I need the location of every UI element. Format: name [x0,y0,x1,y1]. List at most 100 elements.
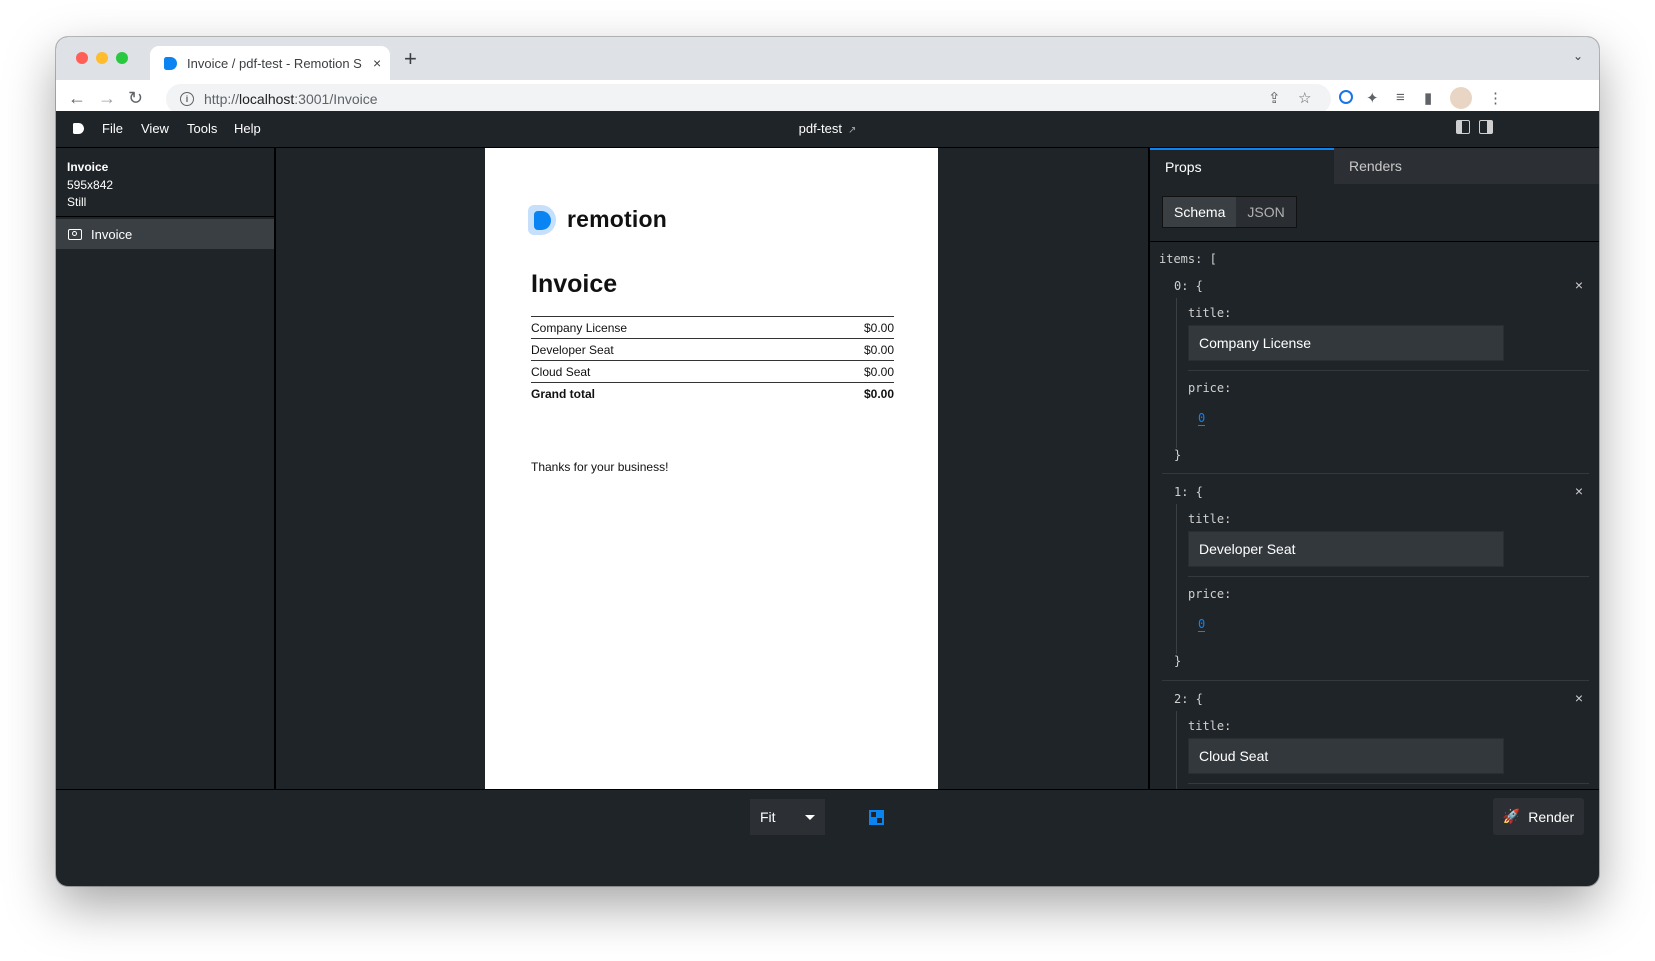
price-key: price: [1188,587,1232,601]
invoice-row: Developer Seat $0.00 [531,338,894,360]
maximize-window-button[interactable] [116,52,128,64]
composition-sidebar: Invoice 595x842 Still Invoice [56,148,276,789]
browser-tab[interactable]: Invoice / pdf-test - Remotion S × [150,46,390,80]
divider [1188,576,1589,577]
item-close-brace: } [1174,654,1182,668]
divider [56,216,274,217]
tab-search-chevron-icon[interactable]: ⌄ [1573,49,1583,63]
sidebar-item-invoice[interactable]: Invoice [56,219,274,249]
checkerboard-toggle-icon[interactable] [869,810,884,825]
price-input[interactable]: 0 [1198,617,1206,632]
json-mode-button[interactable]: JSON [1236,197,1296,227]
tab-props[interactable]: Props [1150,148,1334,184]
extensions-puzzle-icon[interactable]: ✦ [1366,89,1379,107]
item-index-label: 0: { [1174,279,1203,293]
title-input[interactable]: Company License [1188,325,1504,361]
thanks-text: Thanks for your business! [531,460,669,474]
remove-item-icon[interactable]: × [1575,483,1583,499]
remotion-logo: remotion [528,204,667,235]
tree-line [1176,298,1177,448]
sidebar-item-label: Invoice [91,226,133,242]
row-price: $0.00 [863,364,894,379]
row-title: Developer Seat [531,342,614,357]
divider [1188,783,1589,784]
more-menu-icon[interactable]: ⋮ [1488,89,1503,107]
share-icon[interactable]: ⇪ [1268,89,1281,107]
zoom-value: Fit [760,809,776,825]
invoice-heading: Invoice [531,270,618,298]
row-title: Cloud Seat [531,364,591,379]
mode-switch: Schema JSON [1162,196,1297,228]
row-price: $0.00 [863,320,894,335]
item-index-label: 2: { [1174,692,1203,706]
divider [1150,241,1599,242]
title-key: title: [1188,306,1232,320]
divider [1162,680,1589,681]
row-title: Company License [531,320,628,335]
password-manager-icon[interactable] [1339,90,1353,104]
profile-avatar[interactable] [1450,87,1472,109]
title-input[interactable]: Cloud Seat [1188,738,1504,774]
app-menubar: File View Tools Help pdf-test ↗ [56,111,1599,148]
new-tab-button[interactable]: + [404,46,417,72]
composition-kind: Still [67,195,87,209]
row-price: $0.00 [863,342,894,357]
back-arrow-icon[interactable]: ← [68,88,86,109]
tree-line [1176,504,1177,654]
side-panel-icon[interactable]: ▮ [1424,89,1432,107]
address-bar[interactable]: i http://localhost:3001/Invoice [166,84,1331,114]
forward-arrow-icon[interactable]: → [98,88,116,109]
preview-canvas: remotion Invoice Company License $0.00 D… [276,148,1148,789]
caret-down-icon [805,815,815,820]
remove-item-icon[interactable]: × [1575,277,1583,293]
url-text: http://localhost:3001/Invoice [204,91,378,107]
close-window-button[interactable] [76,52,88,64]
divider [1188,370,1589,371]
divider [1162,473,1589,474]
render-button[interactable]: 🚀 Render [1493,798,1584,835]
remotion-play-icon [528,204,557,235]
browser-window: Invoice / pdf-test - Remotion S × + ⌄ ← … [56,37,1599,886]
toggle-right-panel-icon[interactable] [1479,120,1493,134]
price-input[interactable]: 0 [1198,411,1206,426]
project-title[interactable]: pdf-test ↗ [56,121,1599,136]
title-input[interactable]: Developer Seat [1188,531,1504,567]
composition-name: Invoice [67,160,109,174]
render-label: Render [1528,808,1575,825]
external-link-icon: ↗ [847,125,857,136]
minimize-window-button[interactable] [96,52,108,64]
total-value: $0.00 [863,386,894,401]
remove-item-icon[interactable]: × [1575,690,1583,706]
bookmark-star-icon[interactable]: ☆ [1298,89,1311,107]
toggle-left-panel-icon[interactable] [1456,120,1470,134]
tab-close-icon[interactable]: × [373,55,381,71]
site-info-icon[interactable]: i [180,92,194,106]
reading-list-icon[interactable]: ≡ [1396,89,1405,106]
price-key: price: [1188,381,1232,395]
reload-icon[interactable]: ↻ [128,88,143,109]
rocket-icon: 🚀 [1502,808,1521,824]
tab-renders[interactable]: Renders [1334,148,1599,184]
tab-title: Invoice / pdf-test - Remotion S [187,55,362,71]
title-key: title: [1188,512,1232,526]
items-key: items: [ [1159,252,1217,266]
item-index-label: 1: { [1174,485,1203,499]
composition-dimensions: 595x842 [67,178,114,192]
logo-text: remotion [567,206,667,232]
invoice-row: Company License $0.00 [531,316,894,338]
item-close-brace: } [1174,448,1182,462]
title-key: title: [1188,719,1232,733]
zoom-select[interactable]: Fit [750,799,825,835]
bottom-toolbar: Fit 🚀 Render [56,789,1599,842]
remotion-favicon-icon [164,56,177,70]
tree-line [1176,711,1177,789]
camera-icon [68,228,82,240]
invoice-row: Cloud Seat $0.00 [531,360,894,382]
tab-strip: Invoice / pdf-test - Remotion S × + ⌄ [56,37,1599,80]
total-label: Grand total [531,386,596,401]
schema-mode-button[interactable]: Schema [1163,197,1237,227]
props-panel: Props Renders Schema JSON items: [ 0: { … [1148,148,1599,789]
invoice-page: remotion Invoice Company License $0.00 D… [485,148,938,789]
invoice-total-row: Grand total $0.00 [531,382,894,404]
invoice-table: Company License $0.00 Developer Seat $0.… [531,316,894,404]
